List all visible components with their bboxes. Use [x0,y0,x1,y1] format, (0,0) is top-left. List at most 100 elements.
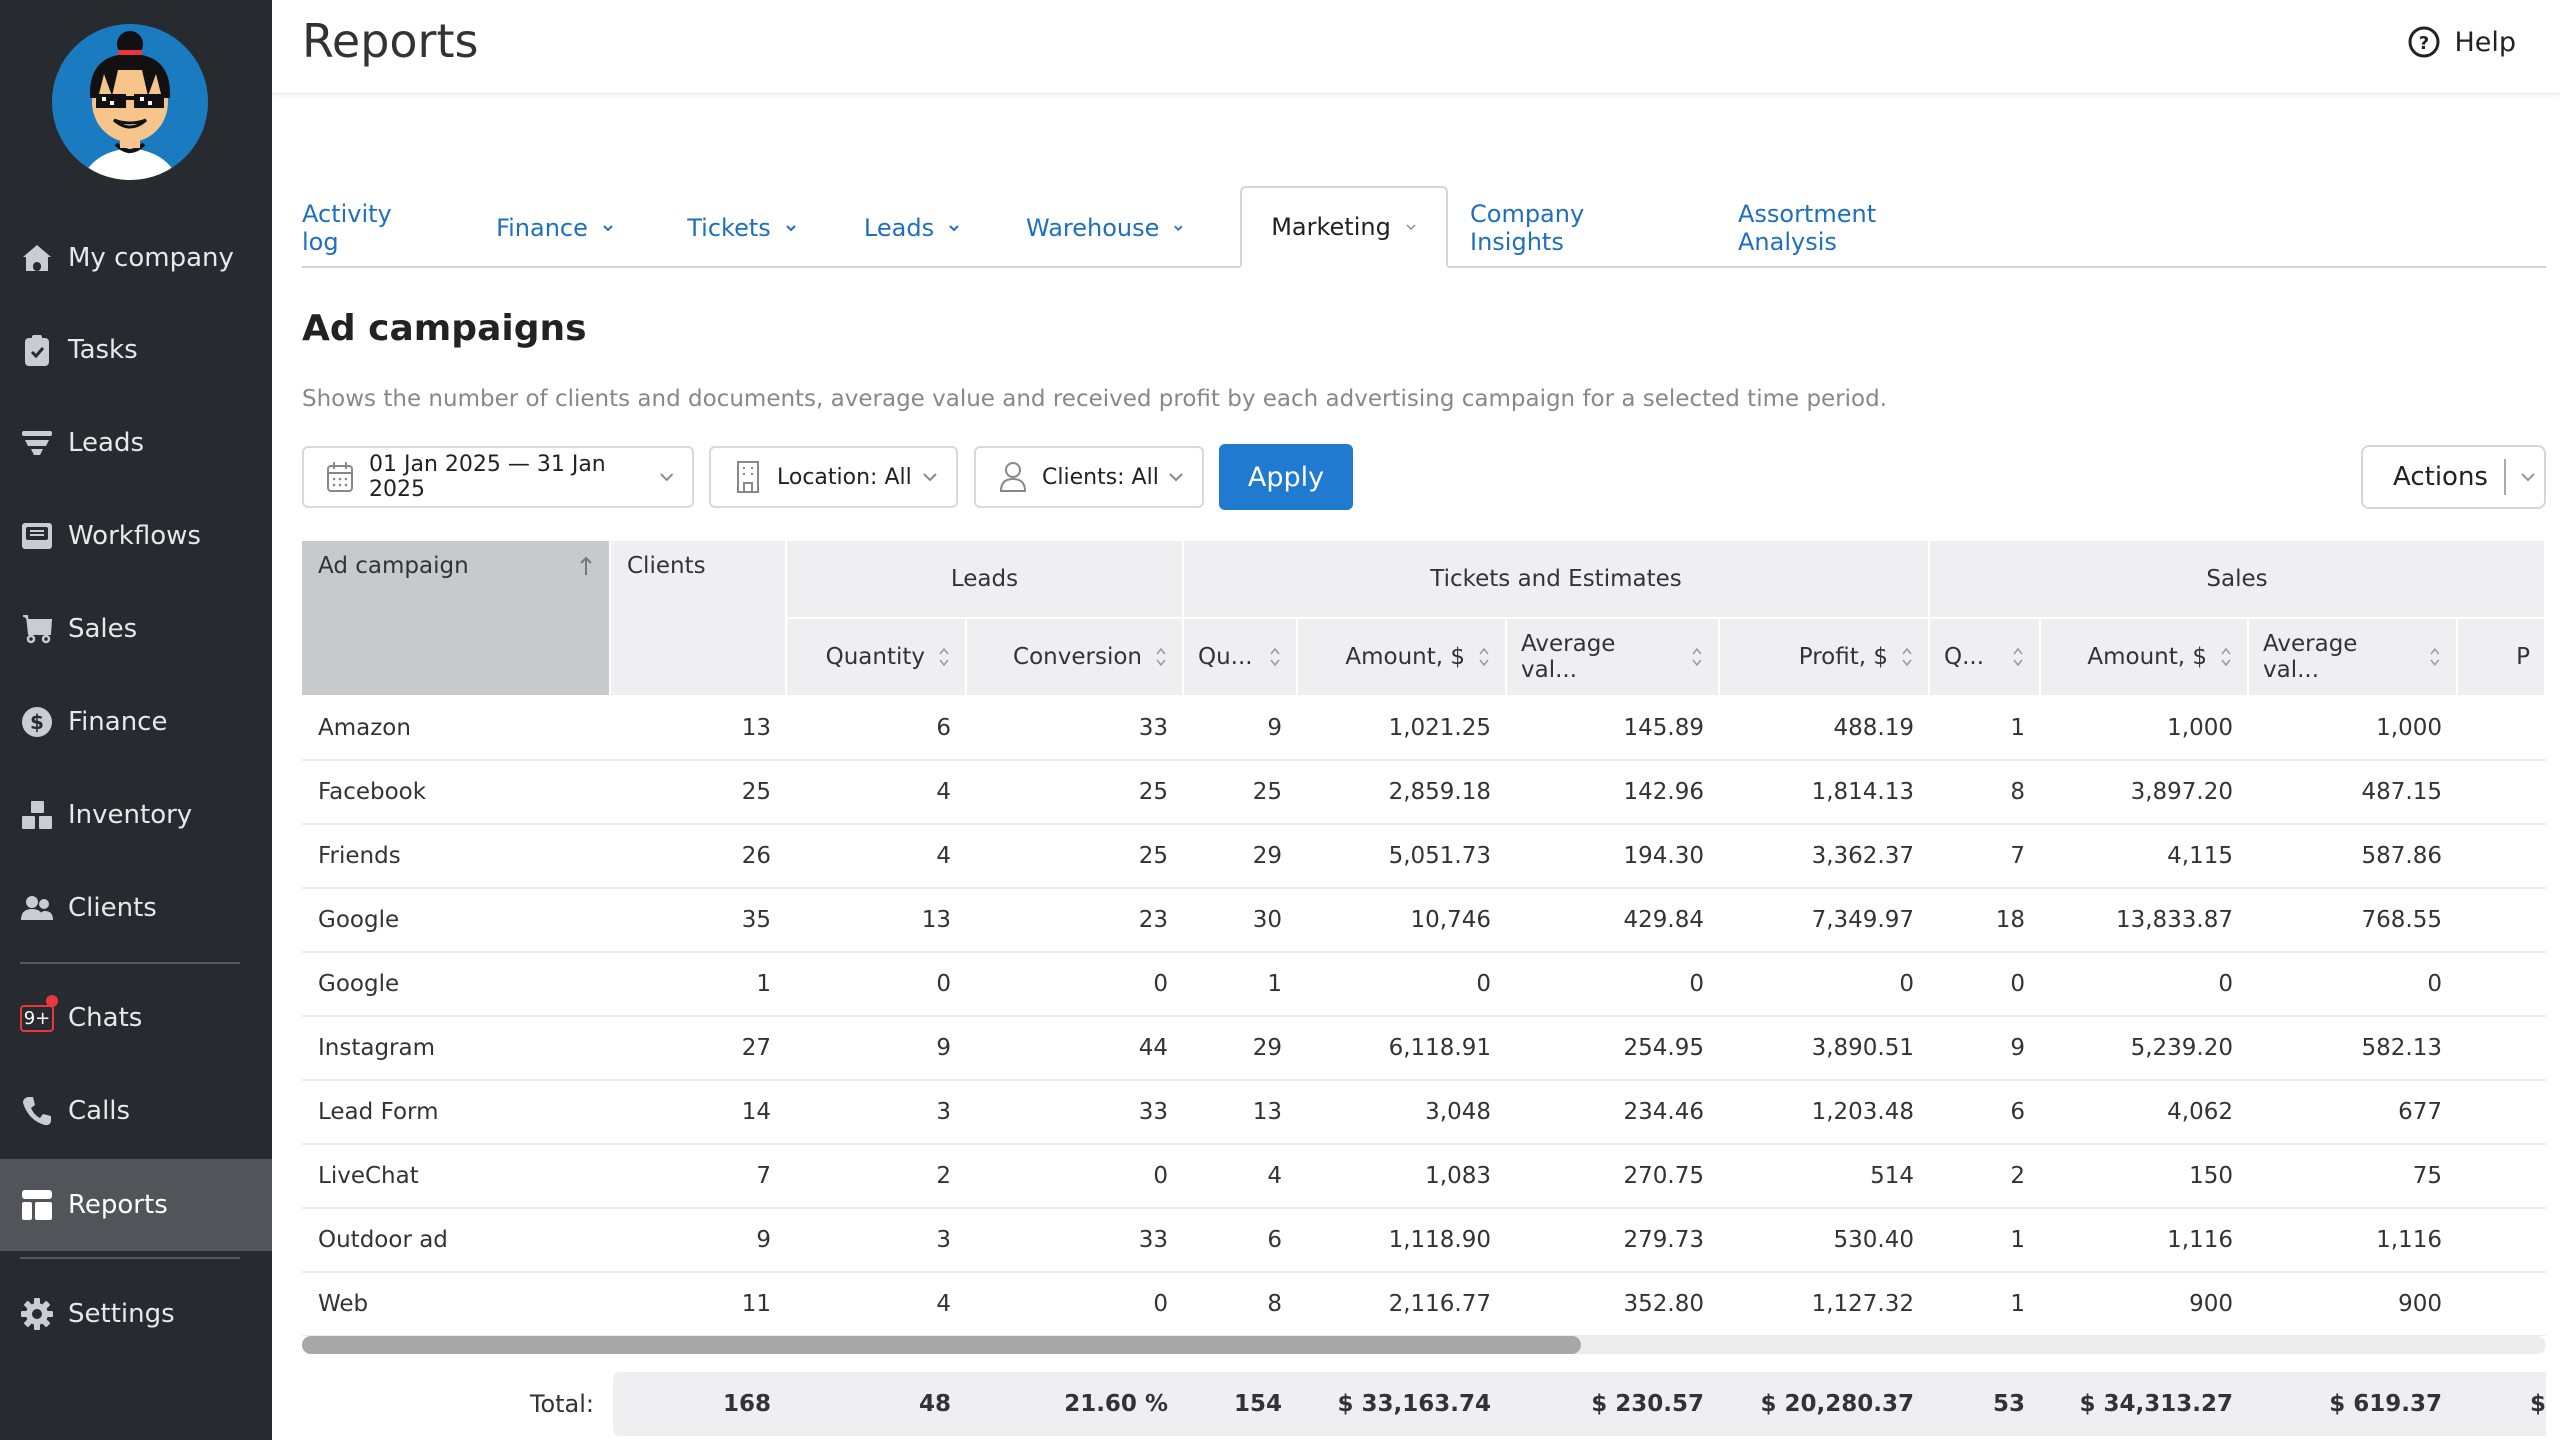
table-row[interactable]: Amazon 13 6 33 9 1,021.25 145.89 488.19 1 1,000 1,… [302,697,2546,761]
tab-warehouse[interactable]: Warehouse [1026,188,1184,268]
sort-icon[interactable] [1900,646,1914,668]
table-cell: 13 [741,715,771,741]
tab-finance[interactable]: Finance [490,188,620,268]
boxes-icon [20,798,54,832]
table-cell: 1 [2010,1227,2025,1253]
column-header[interactable]: Amount, $ [2041,619,2249,697]
table-row[interactable]: Google 35 13 23 30 10,746 429.84 7,349.97 18 13,8… [302,889,2546,953]
column-header[interactable]: Average val... [2249,619,2458,697]
table-row[interactable]: Web 11 4 0 8 2,116.77 352.80 1,127.32 1 900 900 [302,1273,2546,1336]
clipboard-check-icon [20,333,54,367]
chevron-down-icon [603,225,613,232]
sidebar-item-inventory[interactable]: Inventory [0,769,272,861]
table-cell: 0 [2427,971,2442,997]
scrollbar-thumb[interactable] [302,1336,1582,1354]
user-avatar[interactable] [52,24,208,180]
sort-icon[interactable] [2428,646,2442,668]
sort-icon[interactable] [1690,646,1704,668]
tab-tickets[interactable]: Tickets [682,188,802,268]
sidebar-item-chats[interactable]: 9+ Chats [0,972,272,1064]
sidebar-item-tasks[interactable]: Tasks [0,304,272,396]
table-cell: 488.19 [1833,715,1914,741]
column-header[interactable]: Q... [1930,619,2041,697]
table-cell: 6,118.91 [1388,1035,1491,1061]
column-header[interactable]: P [2458,619,2546,697]
column-header[interactable]: Profit, $ [1720,619,1930,697]
table-cell: 7 [756,1163,771,1189]
table-cell: 530.40 [1833,1227,1914,1253]
sidebar-item-label: Finance [68,707,168,737]
sidebar-item-sales[interactable]: Sales [0,583,272,675]
table-cell: 44 [1138,1035,1168,1061]
total-cell: $ 33,163.74 [1337,1391,1491,1417]
sidebar-item-leads[interactable]: Leads [0,397,272,489]
column-label: Amount, $ [2087,644,2207,670]
sort-ascending-icon[interactable] [579,555,593,577]
column-header[interactable]: Quantity [787,619,967,697]
tab-company-insights[interactable]: Company Insights [1470,188,1670,268]
tab-marketing[interactable]: Marketing [1240,186,1448,268]
sort-icon[interactable] [1154,646,1168,668]
date-range-picker[interactable]: 01 Jan 2025 — 31 Jan 2025 [302,446,694,508]
tab-activity-log[interactable]: Activity log [302,188,432,268]
tab-assortment-analysis[interactable]: Assortment Analysis [1738,188,1970,268]
actions-dropdown-button[interactable]: Actions [2361,445,2546,509]
horizontal-scrollbar[interactable] [302,1336,2546,1354]
chevron-down-icon [1174,225,1183,232]
column-header[interactable]: Average val... [1507,619,1720,697]
column-header[interactable]: Amount, $ [1298,619,1507,697]
column-header-ad-campaign[interactable]: Ad campaign [302,541,611,697]
sidebar-item-calls[interactable]: Calls [0,1065,272,1157]
table-cell: 1 [1267,971,1282,997]
help-label: Help [2454,26,2516,58]
sidebar-item-label: Settings [68,1299,175,1329]
table-row[interactable]: Outdoor ad 9 3 33 6 1,118.90 279.73 530.40 1 1,11… [302,1209,2546,1273]
sidebar-item-reports[interactable]: Reports [0,1159,272,1251]
sidebar-item-settings[interactable]: Settings [0,1268,272,1360]
sidebar-item-workflows[interactable]: Workflows [0,490,272,582]
sort-icon[interactable] [2219,646,2233,668]
sidebar-item-clients[interactable]: Clients [0,862,272,954]
apply-button[interactable]: Apply [1219,444,1353,510]
table-row[interactable]: Google 1 0 0 1 0 0 0 0 0 0 [302,953,2546,1017]
campaign-name: Friends [318,843,401,869]
table-row[interactable]: Lead Form 14 3 33 13 3,048 234.46 1,203.48 6 4,06… [302,1081,2546,1145]
clients-select[interactable]: Clients: All [974,446,1204,508]
campaign-name: Web [318,1291,369,1317]
column-header[interactable]: Conversion [967,619,1184,697]
table-cell: 4 [936,843,951,869]
sort-icon[interactable] [937,646,951,668]
campaign-name: Instagram [318,1035,436,1061]
table-row[interactable]: Friends 26 4 25 29 5,051.73 194.30 3,362.37 7 4,1… [302,825,2546,889]
group-label: Sales [2206,566,2268,592]
sort-icon[interactable] [1477,646,1491,668]
sidebar-item-finance[interactable]: $ Finance [0,676,272,768]
table-cell: 1,083 [1425,1163,1491,1189]
table-cell: 0 [936,971,951,997]
chevron-down-icon [659,473,673,482]
sort-icon[interactable] [2011,646,2025,668]
column-header-clients[interactable]: Clients [611,541,787,697]
table-cell: 270.75 [1623,1163,1704,1189]
sidebar-item-my-company[interactable]: My company [0,212,272,304]
location-select[interactable]: Location: All [709,446,958,508]
table-cell: 33 [1138,1099,1168,1125]
table-row[interactable]: Instagram 27 9 44 29 6,118.91 254.95 3,890.51 9 5… [302,1017,2546,1081]
column-header[interactable]: Qu... [1184,619,1298,697]
campaign-name: Google [318,971,400,997]
inbox-icon [20,519,54,553]
table-cell: 1 [2010,1291,2025,1317]
chevron-down-icon[interactable] [2520,471,2536,483]
table-row[interactable]: LiveChat 7 2 0 4 1,083 270.75 514 2 150 75 [302,1145,2546,1209]
total-cell: $ 34,313.27 [2079,1391,2233,1417]
table-cell: 9 [1267,715,1282,741]
table-cell: 25 [1252,779,1282,805]
users-icon [20,891,54,925]
help-button[interactable]: ? Help [2408,26,2516,58]
table-row[interactable]: Facebook 25 4 25 25 2,859.18 142.96 1,814.13 8 3,… [302,761,2546,825]
sort-icon[interactable] [1268,646,1282,668]
total-cell: $ [2529,1391,2546,1417]
table-cell: 8 [2010,779,2025,805]
tab-leads[interactable]: Leads [860,188,964,268]
sidebar-item-label: Clients [68,893,157,923]
